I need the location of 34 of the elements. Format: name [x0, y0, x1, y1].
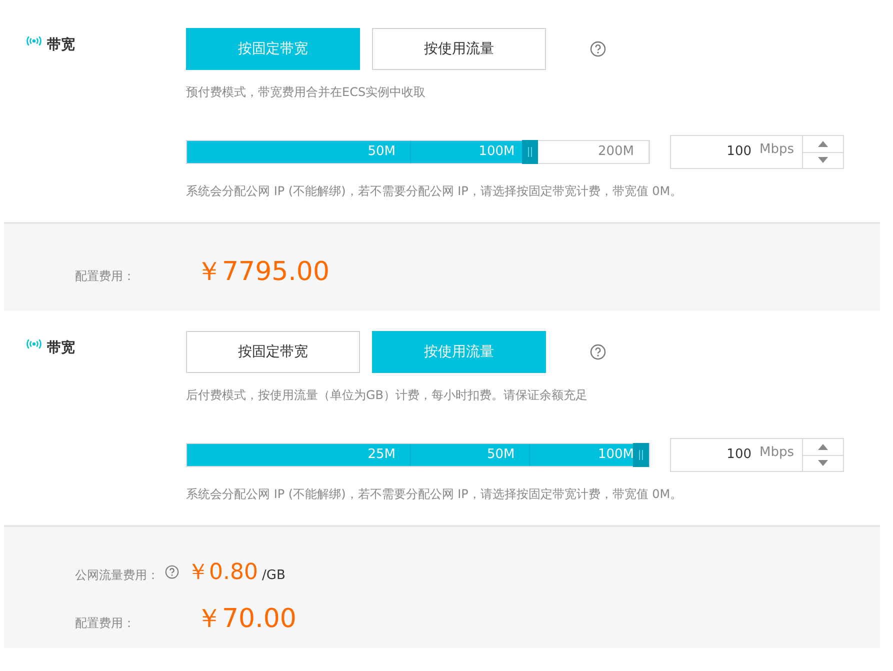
- caret-up-icon: [818, 444, 828, 450]
- bandwidth-field[interactable]: 100 Mbps: [670, 135, 844, 169]
- tick-label: 50M: [410, 444, 530, 466]
- mode-button[interactable]: 按使用流量: [372, 28, 546, 70]
- slider-handle[interactable]: [633, 443, 649, 467]
- caret-up-icon: [818, 140, 828, 147]
- caret-down-icon: [818, 460, 828, 466]
- unit-label: Mbps: [760, 444, 795, 462]
- signal-icon: [26, 339, 42, 349]
- caret-down-icon: [818, 157, 828, 164]
- fee-label: 公网流量费用：: [75, 567, 159, 584]
- fee-label: 配置费用：: [75, 615, 136, 632]
- bandwidth-slider[interactable]: 50M 100M 200M: [186, 140, 650, 164]
- unit-label: Mbps: [760, 141, 795, 159]
- slider-handle[interactable]: [522, 140, 538, 164]
- tick-label: 25M: [187, 444, 410, 466]
- price: ￥70.00: [196, 603, 296, 636]
- ip-note: 系统会分配公网 IP (不能解绑)，若不需要分配公网 IP，请选择按固定带宽计费，带宽值 0M。: [186, 486, 684, 503]
- help-icon[interactable]: [590, 41, 606, 57]
- section-label: 带宽: [47, 36, 75, 54]
- ip-note: 系统会分配公网 IP (不能解绑)，若不需要分配公网 IP，请选择按固定带宽计费，带宽值 0M。: [186, 183, 684, 200]
- price: ￥7795.00: [196, 256, 330, 289]
- price: ￥0.80: [187, 559, 258, 587]
- fee-label: 配置费用：: [75, 268, 136, 285]
- mode-button[interactable]: 按固定带宽: [186, 331, 360, 373]
- tick-label: 50M: [187, 141, 410, 163]
- bandwidth-field[interactable]: 100 Mbps: [670, 438, 844, 472]
- section-label: 带宽: [47, 339, 75, 357]
- signal-icon: [26, 36, 42, 46]
- help-icon[interactable]: [165, 565, 179, 579]
- help-icon[interactable]: [590, 344, 606, 360]
- mode-note: 预付费模式，带宽费用合并在ECS实例中收取: [186, 84, 427, 101]
- price-unit: /GB: [262, 568, 286, 583]
- mode-note: 后付费模式，按使用流量（单位为GB）计费，每小时扣费。请保证余额充足: [186, 387, 589, 404]
